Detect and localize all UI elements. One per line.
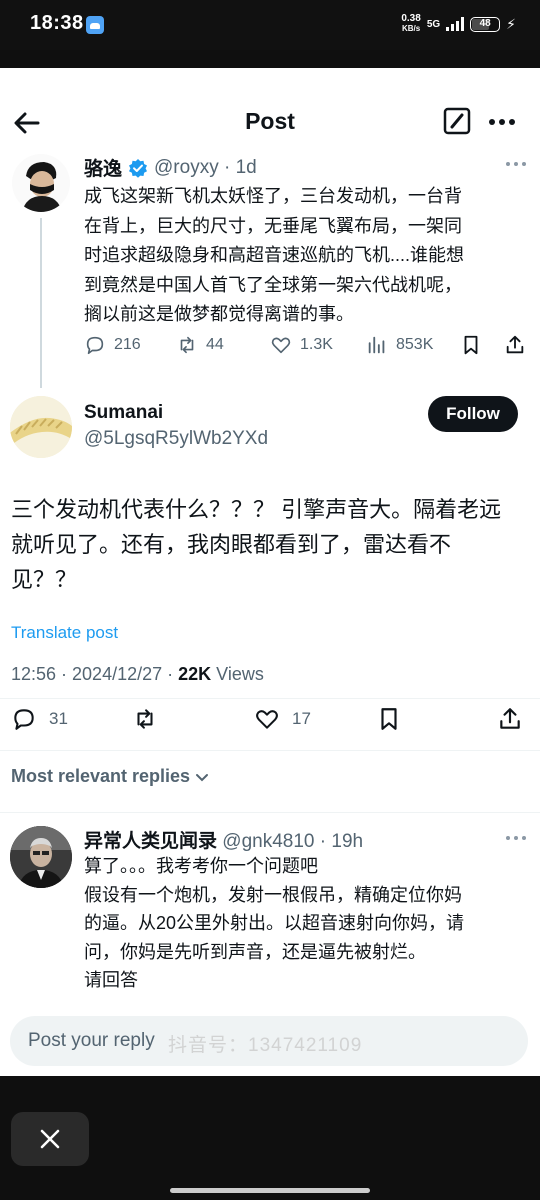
status-time: 18:38: [30, 12, 84, 34]
status-bar: 18:38 0.38 KB/s 5G 48 ⚡: [0, 0, 540, 50]
bookmark-icon: [381, 708, 397, 730]
main-post-text: 三个发动机代表什么？？？ 引擎声音大。隔着老远 就听见了。还有，我肉眼都看到了，…: [11, 497, 502, 592]
views-button[interactable]: 853K: [366, 334, 433, 356]
divider: [0, 812, 540, 813]
comment-more-icon[interactable]: [505, 834, 527, 842]
bookmark-button[interactable]: [460, 334, 482, 356]
bookmark-button[interactable]: [376, 706, 402, 732]
comment-text: 算了。。。我考考你一个问题吧 假设有一个炮机，发射一根假吊，精确定位你妈 的逼。…: [84, 856, 465, 990]
author-name[interactable]: Sumanai: [84, 402, 163, 424]
post-timestamp: 12:56 · 2024/12/27 ·: [11, 664, 179, 684]
like-button[interactable]: 17: [254, 706, 311, 732]
heart-icon: [256, 710, 278, 729]
divider: [0, 750, 540, 751]
parent-action-bar: 216 44 1.3K 853K: [84, 334, 530, 364]
avatar[interactable]: [10, 826, 72, 888]
home-indicator[interactable]: [170, 1188, 370, 1193]
network-type: 5G: [426, 18, 441, 30]
avatar[interactable]: [10, 396, 72, 458]
reply-placeholder: Post your reply: [28, 1030, 155, 1051]
share-button[interactable]: [497, 706, 523, 732]
verified-badge-icon: [129, 158, 148, 178]
bookmark-icon: [464, 335, 478, 355]
divider: [0, 698, 540, 699]
post-screen: Post 骆逸 @royxy · 1d 成飞这架新飞机太妖怪了，三台发动机，一台…: [0, 68, 540, 1076]
parent-author[interactable]: 骆逸 @royxy · 1d: [84, 154, 257, 181]
repost-button[interactable]: 44: [176, 334, 224, 356]
status-indicators: 0.38 KB/s 5G 48 ⚡: [401, 14, 516, 34]
reply-icon: [14, 709, 34, 730]
battery-icon: 48: [470, 16, 501, 32]
repost-button[interactable]: [132, 706, 158, 732]
post-metadata: 12:56 · 2024/12/27 · 22K Views: [11, 664, 264, 685]
repost-icon: [137, 709, 153, 729]
reply-input[interactable]: Post your reply 抖音号：1347421109: [10, 1016, 528, 1066]
views-count[interactable]: 22K: [178, 664, 211, 684]
close-button[interactable]: [11, 1112, 89, 1166]
comment-author[interactable]: 异常人类见闻录 @gnk4810 · 19h: [84, 826, 363, 853]
parent-more-icon[interactable]: [505, 160, 527, 168]
views-icon: [368, 336, 385, 354]
watermark: 抖音号：1347421109: [168, 1035, 363, 1056]
close-icon: [40, 1129, 60, 1149]
compose-icon[interactable]: [443, 107, 471, 135]
translate-link[interactable]: Translate post: [11, 623, 118, 643]
parent-post-text: 成飞这架新飞机太妖怪了，三台发动机，一台背 在背上，巨大的尺寸，无垂尾飞翼布局，…: [84, 186, 465, 324]
views-label: Views: [211, 664, 264, 684]
top-bar: Post: [0, 100, 540, 146]
follow-button[interactable]: Follow: [428, 396, 518, 432]
charging-icon: ⚡: [506, 15, 516, 32]
notification-app-icon: [86, 16, 104, 34]
signal-icon: [446, 17, 465, 31]
reply-icon: [86, 336, 104, 355]
avatar[interactable]: [12, 154, 70, 212]
reply-button[interactable]: 31: [11, 706, 68, 732]
repost-icon: [180, 336, 194, 354]
author-handle[interactable]: @5LgsqR5ylWb2YXd: [84, 428, 268, 450]
share-icon: [506, 335, 524, 354]
thread-line: [40, 218, 42, 388]
replies-sort-dropdown[interactable]: Most relevant replies: [11, 766, 210, 787]
comment-handle: @gnk4810 · 19h: [222, 831, 364, 852]
more-options-icon[interactable]: [486, 108, 518, 136]
like-button[interactable]: 1.3K: [270, 334, 333, 356]
heart-icon: [271, 337, 291, 354]
main-action-bar: 31 17: [0, 706, 540, 738]
reply-button[interactable]: 216: [84, 334, 141, 356]
net-speed: 0.38 KB/s: [401, 13, 421, 34]
share-icon: [500, 708, 520, 729]
chevron-down-icon: [196, 773, 209, 781]
parent-handle: @royxy · 1d: [154, 156, 257, 178]
share-button[interactable]: [504, 334, 526, 356]
